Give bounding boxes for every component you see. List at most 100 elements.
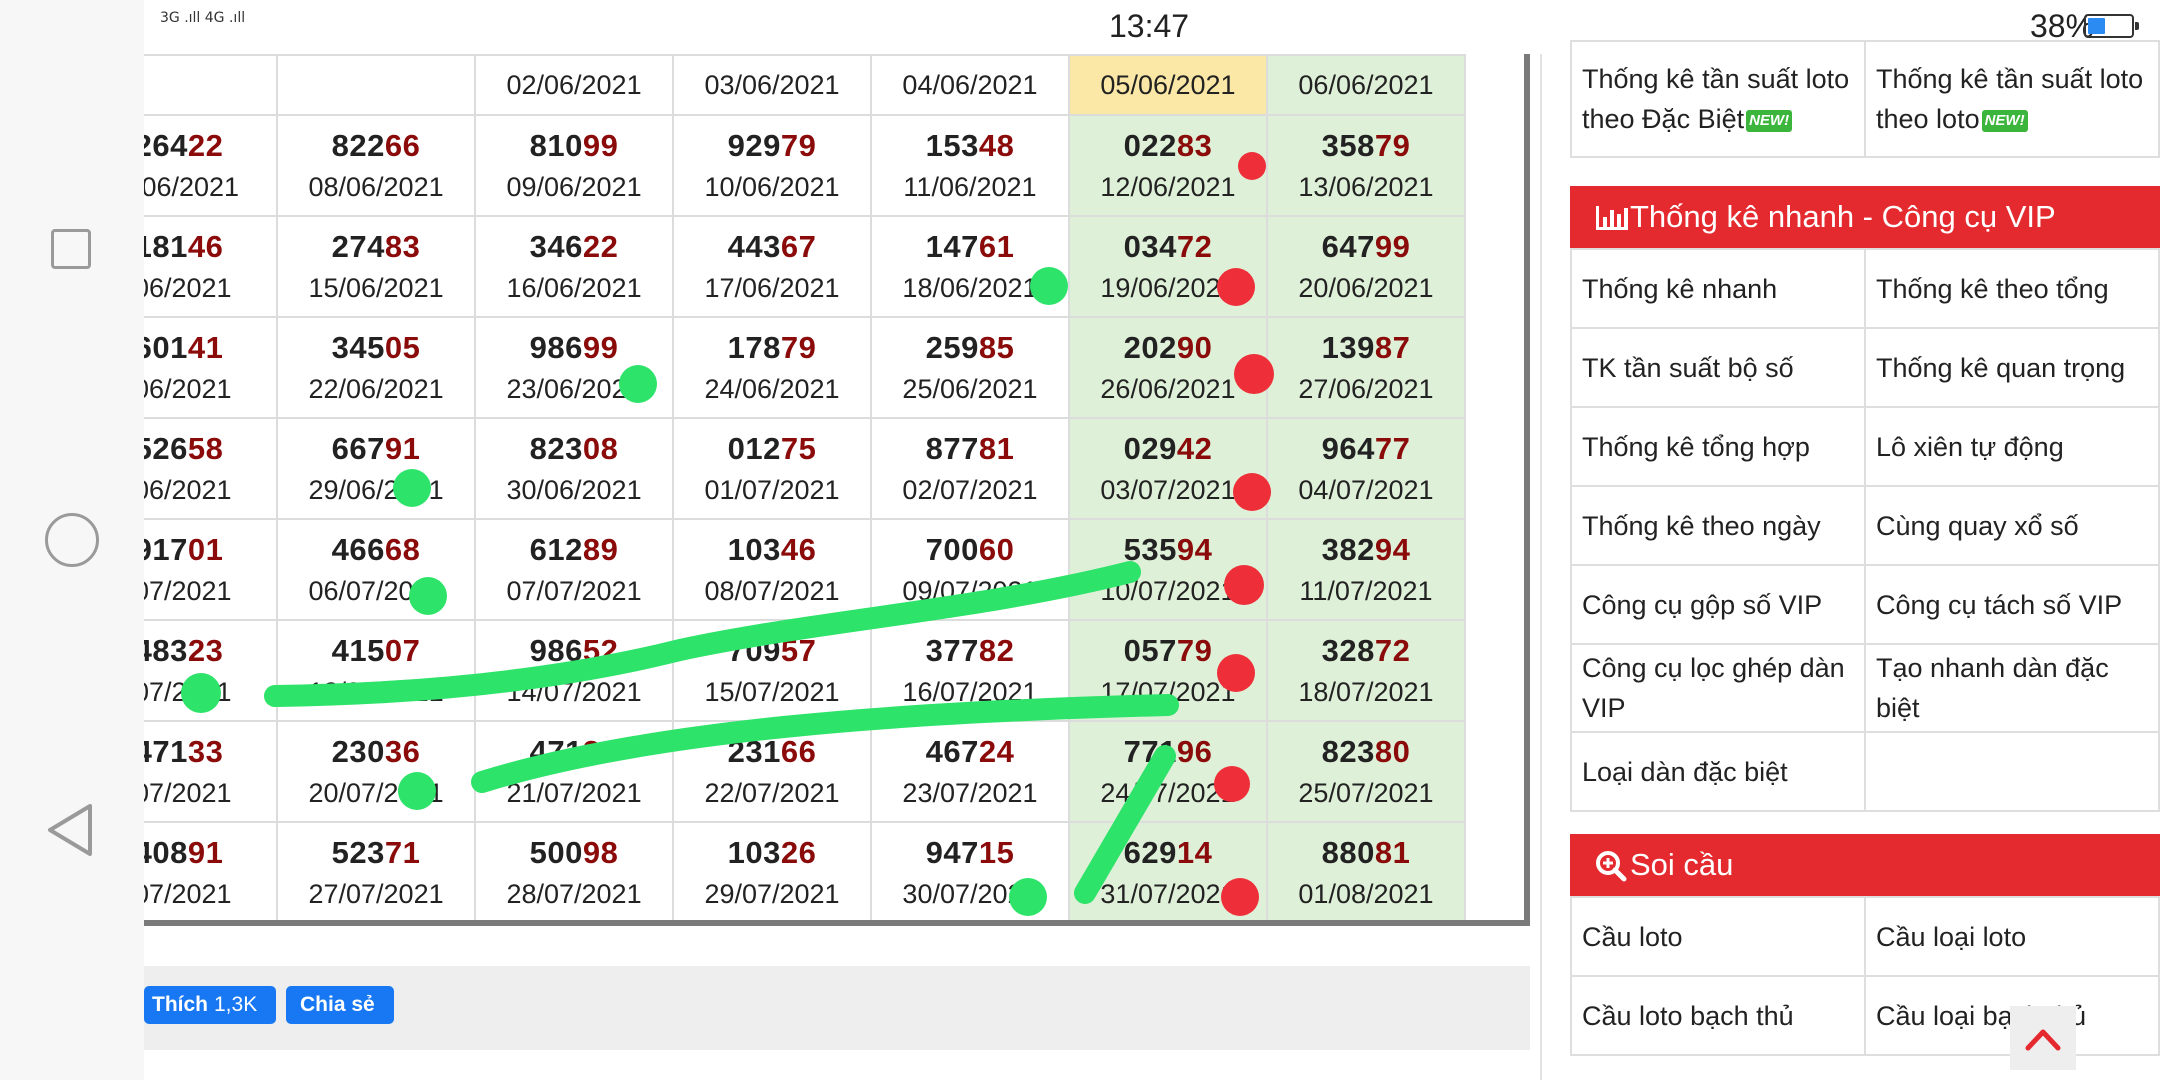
- prize-number-head: 057: [1123, 633, 1177, 668]
- draw-date: /07/2021: [144, 677, 232, 707]
- sidebar-link[interactable]: Tạo nhanh dàn đặc biệt: [1864, 643, 2160, 733]
- prize-number: 77196: [1070, 734, 1266, 770]
- draw-date: 29/06/2021: [308, 475, 444, 505]
- sidebar-link[interactable]: Cầu loto bạch thủ: [1570, 975, 1866, 1056]
- sidebar-link[interactable]: Thống kê theo tổng: [1864, 248, 2160, 329]
- prize-number-head: 259: [925, 330, 979, 365]
- result-cell: 14761 18/06/2021: [870, 215, 1070, 318]
- prize-number: 46724: [872, 734, 1068, 770]
- result-cell: 20290 26/06/2021: [1067, 316, 1268, 419]
- prize-number: 20290: [1070, 330, 1266, 366]
- result-cell: 52371 27/07/2021: [276, 821, 477, 924]
- result-cell: 38294 11/07/2021: [1265, 518, 1467, 621]
- sidebar-link[interactable]: Thống kê quan trọng: [1864, 327, 2160, 408]
- prize-number-tail: 08: [582, 431, 619, 466]
- result-cell: 53594 10/07/2021: [1067, 518, 1268, 621]
- draw-date: 01/08/2021: [1298, 879, 1434, 909]
- draw-date: /07/2021: [144, 879, 232, 909]
- prize-number: 14761: [872, 229, 1068, 265]
- facebook-like-button[interactable]: Thích 1,3K: [144, 986, 276, 1024]
- sidebar-link[interactable]: Lô xiên tự động: [1864, 406, 2160, 487]
- table-header-row: 02/06/2021 03/06/2021 04/06/2021 05/06/2021…: [144, 54, 1467, 116]
- result-cell: 18146/06/2021: [144, 215, 279, 318]
- draw-date: 03/07/2021: [1100, 475, 1236, 505]
- header-cell: [276, 54, 477, 116]
- header-cell: 05/06/2021: [1067, 54, 1268, 116]
- result-cell: 92979 10/06/2021: [672, 114, 872, 217]
- draw-date: 17/06/2021: [704, 273, 840, 303]
- prize-number-head: 103: [727, 835, 781, 870]
- prize-number-tail: 36: [384, 734, 421, 769]
- sidebar-link[interactable]: Công cụ lọc ghép dàn VIP: [1570, 643, 1866, 733]
- draw-date: 11/07/2021: [1299, 576, 1433, 606]
- prize-number: 70957: [674, 633, 870, 669]
- draw-date: 20/06/2021: [1298, 273, 1434, 303]
- social-share-strip: Thích 1,3K Chia sẻ: [144, 966, 1530, 1050]
- draw-date: 10/07/2021: [1100, 576, 1236, 606]
- sidebar-link[interactable]: Công cụ tách số VIP: [1864, 564, 2160, 645]
- sidebar-link[interactable]: Cùng quay xổ số: [1864, 485, 2160, 566]
- result-cell: 70060 09/07/2021: [870, 518, 1070, 621]
- result-cell: 66791 29/06/2021: [276, 417, 477, 520]
- home-icon[interactable]: [45, 513, 99, 567]
- sidebar-link[interactable]: TK tần suất bộ số: [1570, 327, 1866, 408]
- prize-number: 13987: [1268, 330, 1464, 366]
- sidebar-link[interactable]: Cầu loto: [1570, 896, 1866, 977]
- sidebar-link[interactable]: Cầu loại loto: [1864, 896, 2160, 977]
- prize-number-tail: 81: [978, 431, 1015, 466]
- result-cell: 47133/07/2021: [144, 720, 279, 823]
- prize-number-tail: 22: [187, 128, 224, 163]
- prize-number-tail: 68: [384, 532, 421, 567]
- sidebar-link[interactable]: Loại dàn đặc biệt: [1570, 731, 1866, 812]
- result-cell: 60141/06/2021: [144, 316, 279, 419]
- prize-number-tail: 71: [384, 835, 421, 870]
- recent-apps-icon[interactable]: [51, 229, 91, 269]
- soi-cau-title: Soi cầu: [1630, 847, 1734, 882]
- prize-number-head: 415: [331, 633, 385, 668]
- scroll-to-top-button[interactable]: [2010, 1006, 2076, 1070]
- prize-number-head: 771: [1123, 734, 1177, 769]
- prize-number-head: 274: [331, 229, 385, 264]
- draw-date: /07/2021: [144, 778, 232, 808]
- prize-number-tail: 77: [1374, 431, 1411, 466]
- prize-number: 81099: [476, 128, 672, 164]
- draw-date: 19/06/2021: [1100, 273, 1236, 303]
- sidebar-link[interactable]: Thống kê nhanh: [1570, 248, 1866, 329]
- result-cell: 96477 04/07/2021: [1265, 417, 1467, 520]
- result-cell: 82380 25/07/2021: [1265, 720, 1467, 823]
- sidebar-link[interactable]: Thống kê tổng hợp: [1570, 406, 1866, 487]
- link-frequency-by-loto[interactable]: Thống kê tần suất loto theo loto NEW!: [1864, 40, 2160, 158]
- result-cell: 13987 27/06/2021: [1265, 316, 1467, 419]
- soi-cau-header: Soi cầu: [1570, 834, 2160, 896]
- prize-number-head: 986: [529, 330, 583, 365]
- prize-number-head: 012: [727, 431, 781, 466]
- prize-number-tail: 94: [1176, 532, 1213, 567]
- prize-number-tail: 83: [384, 229, 421, 264]
- draw-date: 16/07/2021: [902, 677, 1038, 707]
- result-cell: 41507 13/07/2021: [276, 619, 477, 722]
- result-cell: 32872 18/07/2021: [1265, 619, 1467, 722]
- draw-date: /06/2021: [144, 273, 232, 303]
- result-cell: 35879 13/06/2021: [1265, 114, 1467, 217]
- draw-date: 24/06/2021: [704, 374, 840, 404]
- back-icon[interactable]: [44, 800, 96, 860]
- prize-number-head: 382: [1321, 532, 1375, 567]
- facebook-share-button[interactable]: Chia sẻ: [286, 986, 394, 1024]
- draw-date: 29/07/2021: [704, 879, 840, 909]
- sidebar-empty-cell: [1864, 731, 2160, 812]
- prize-number: 66791: [278, 431, 474, 467]
- prize-number-tail: 98: [582, 835, 619, 870]
- sidebar-link[interactable]: Công cụ gộp số VIP: [1570, 564, 1866, 645]
- prize-number: 41507: [278, 633, 474, 669]
- result-cell: 82266 08/06/2021: [276, 114, 477, 217]
- result-cell: 87781 02/07/2021: [870, 417, 1070, 520]
- prize-number: 34505: [278, 330, 474, 366]
- prize-number: 10326: [674, 835, 870, 871]
- draw-date: 25/06/2021: [902, 374, 1038, 404]
- prize-number: 52371: [278, 835, 474, 871]
- prize-number-head: 029: [1123, 431, 1177, 466]
- prize-number-head: 328: [1321, 633, 1375, 668]
- result-cell: 98652 14/07/2021: [474, 619, 675, 722]
- sidebar-link[interactable]: Thống kê theo ngày: [1570, 485, 1866, 566]
- link-frequency-by-special[interactable]: Thống kê tần suất loto theo Đặc Biệt NEW!: [1570, 40, 1866, 158]
